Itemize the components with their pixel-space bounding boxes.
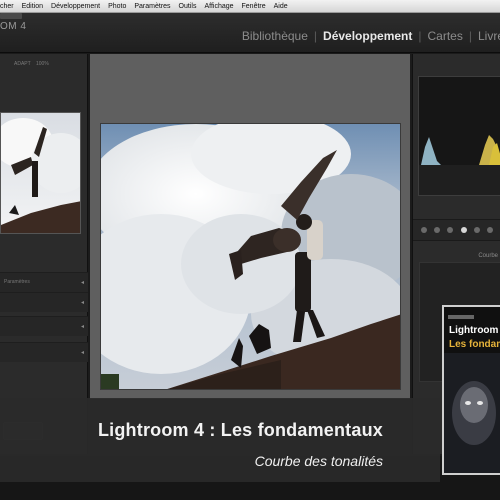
course-subtitle: Courbe des tonalités — [254, 453, 383, 469]
navigator-zoom-fit[interactable]: ADAPT — [14, 61, 31, 67]
dvd-publisher-tab — [448, 315, 474, 319]
module-separator: | — [313, 29, 318, 43]
tool-strip — [413, 219, 500, 241]
photo-falconer — [101, 124, 400, 389]
app-logo: OM 4 — [0, 21, 27, 32]
navigator-header: ADAPT 100% — [0, 60, 88, 70]
panel-section[interactable]: ◂ — [0, 292, 88, 312]
module-developpement[interactable]: Développement — [323, 29, 412, 43]
panel-section-label[interactable]: Courbe — [478, 253, 498, 259]
menu-item-developpement[interactable]: Développement — [47, 3, 104, 10]
main-photo[interactable] — [100, 123, 401, 390]
expand-triangle-icon: ◂ — [80, 350, 84, 356]
menu-item-edition[interactable]: Edition — [18, 3, 47, 10]
panel-section[interactable]: ◂ — [0, 342, 88, 362]
module-separator: | — [418, 29, 422, 43]
panel-section-label: Paramètres — [4, 279, 30, 285]
navigator-thumbnail — [1, 113, 80, 233]
expand-triangle-icon: ◂ — [80, 324, 84, 330]
title-overlay: Lightroom 4 : Les fondamentaux Courbe de… — [0, 398, 440, 482]
histogram[interactable] — [418, 76, 500, 196]
histogram-graph — [419, 77, 500, 195]
module-bibliotheque[interactable]: Bibliothèque — [242, 29, 308, 43]
left-panel: ADAPT 100% Paramètres ◂ ◂ ◂ ◂ — [0, 54, 88, 454]
dvd-cover: Lightroom Les fondame — [442, 305, 500, 475]
menu-item-affichage[interactable]: Affichage — [200, 3, 237, 10]
panel-section-presets[interactable]: Paramètres ◂ — [0, 272, 88, 292]
menu-item-fenetre[interactable]: Fenêtre — [238, 3, 270, 10]
dvd-title-line2: Les fondame — [449, 339, 500, 350]
course-title: Lightroom 4 : Les fondamentaux — [97, 420, 383, 440]
identity-plate — [0, 13, 22, 19]
spot-removal-icon[interactable] — [433, 227, 440, 233]
main-image-area — [90, 54, 410, 399]
module-livres[interactable]: Livres — [478, 29, 500, 43]
navigator-preview[interactable] — [0, 112, 81, 234]
os-menu-bar: cher Edition Développement Photo Paramèt… — [0, 0, 500, 13]
radial-filter-icon[interactable] — [473, 227, 480, 233]
module-cartes[interactable]: Cartes — [428, 29, 463, 43]
menu-item-parametres[interactable]: Paramètres — [130, 3, 174, 10]
module-picker: Bibliothèque | Développement | Cartes | … — [242, 29, 500, 43]
dvd-title-line1: Lightroom — [449, 325, 499, 336]
panel-section[interactable]: ◂ — [0, 316, 88, 336]
red-eye-icon[interactable] — [447, 227, 454, 233]
dvd-portrait-image — [444, 353, 500, 473]
menu-item-photo[interactable]: Photo — [104, 3, 130, 10]
crop-tool-icon[interactable] — [420, 227, 427, 233]
adjustment-brush-icon[interactable] — [487, 227, 494, 233]
menu-item-outils[interactable]: Outils — [175, 3, 201, 10]
expand-triangle-icon: ◂ — [80, 280, 84, 286]
module-separator: | — [468, 29, 472, 43]
menu-item-aide[interactable]: Aide — [270, 3, 292, 10]
lightroom-top-bar: OM 4 Bibliothèque | Développement | Cart… — [0, 13, 500, 53]
expand-triangle-icon: ◂ — [80, 300, 84, 306]
menu-item-fichier[interactable]: cher — [0, 3, 18, 10]
navigator-zoom-100[interactable]: 100% — [36, 61, 49, 67]
graduated-filter-icon[interactable] — [460, 227, 467, 233]
